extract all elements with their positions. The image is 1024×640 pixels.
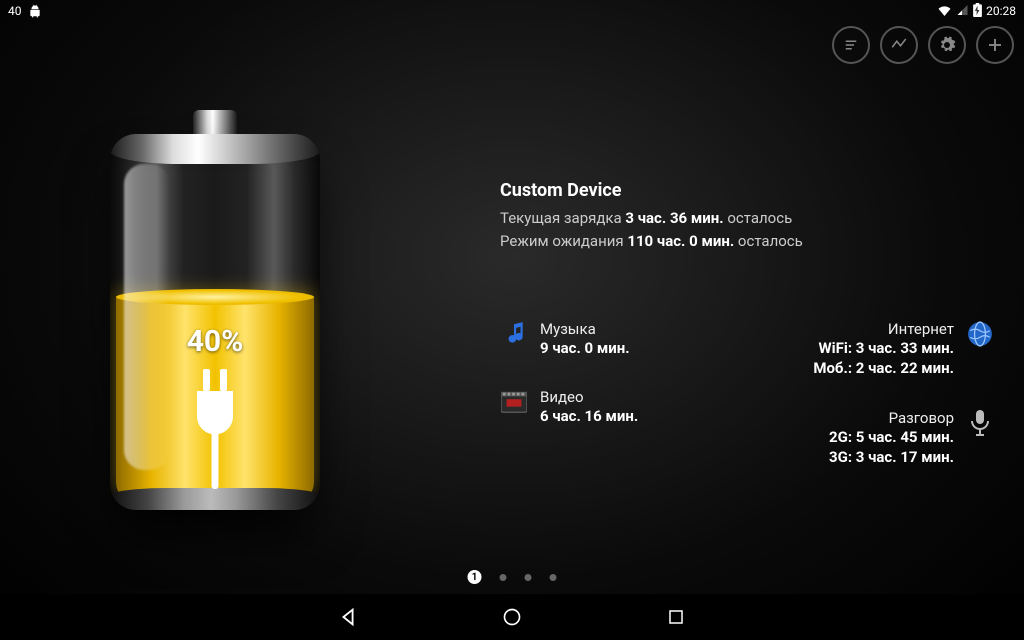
usage-internet: Интернет WiFi: 3 час. 33 мин. Моб.: 2 ча… — [813, 320, 994, 379]
back-button[interactable] — [336, 605, 360, 629]
standby-line: Режим ожидания 110 час. 0 мин. осталось — [500, 230, 994, 253]
device-name: Custom Device — [500, 180, 994, 201]
charge-value: 3 час. 36 мин. — [625, 209, 723, 227]
charge-line: Текущая зарядка 3 час. 36 мин. осталось — [500, 207, 994, 230]
standby-prefix: Режим ожидания — [500, 232, 627, 250]
charge-prefix: Текущая зарядка — [500, 209, 625, 227]
charge-suffix: осталось — [724, 209, 793, 227]
standby-value: 110 час. 0 мин. — [627, 232, 734, 250]
list-button[interactable] — [832, 26, 870, 64]
device-info: Custom Device Текущая зарядка 3 час. 36 … — [500, 180, 994, 252]
battery-cap — [193, 110, 237, 136]
android-icon — [28, 4, 42, 18]
usage-grid: Музыка 9 час. 0 мин. Видео 6 час. 16 мин… — [500, 320, 994, 467]
status-bar-left: 40 — [8, 4, 42, 18]
add-button[interactable] — [976, 26, 1014, 64]
chart-button[interactable] — [880, 26, 918, 64]
usage-internet-title: Интернет — [813, 320, 954, 338]
usage-internet-wifi: WiFi: 3 час. 33 мин. — [813, 338, 954, 358]
usage-talk: Разговор 2G: 5 час. 45 мин. 3G: 3 час. 1… — [829, 409, 994, 468]
home-button[interactable] — [500, 605, 524, 629]
battery-bottom-lip — [110, 488, 320, 510]
usage-video-value: 6 час. 16 мин. — [540, 406, 638, 426]
usage-talk-3g: 3G: 3 час. 17 мин. — [829, 447, 954, 467]
usage-music-value: 9 час. 0 мин. — [540, 338, 630, 358]
battery-graphic: 40% — [110, 110, 320, 510]
globe-icon — [966, 320, 994, 348]
pager-dot-3[interactable] — [525, 574, 532, 581]
battery-gloss — [124, 164, 170, 470]
wifi-icon — [937, 4, 952, 19]
mic-icon — [966, 409, 994, 437]
pager-active-label: 1 — [472, 572, 478, 583]
pager-dot-4[interactable] — [550, 574, 557, 581]
status-left-text: 40 — [8, 4, 22, 18]
plug-icon — [185, 369, 245, 489]
recents-button[interactable] — [664, 605, 688, 629]
music-icon — [500, 320, 528, 348]
settings-button[interactable] — [928, 26, 966, 64]
status-time: 20:28 — [986, 4, 1016, 18]
navigation-bar — [0, 594, 1024, 640]
usage-music-title: Музыка — [540, 320, 630, 338]
usage-col-right: Интернет WiFi: 3 час. 33 мин. Моб.: 2 ча… — [698, 320, 994, 467]
video-icon — [500, 388, 528, 416]
battery-body: 40% — [110, 134, 320, 510]
battery-status-icon — [973, 3, 982, 20]
standby-suffix: осталось — [734, 232, 803, 250]
signal-icon — [956, 4, 969, 19]
usage-talk-2g: 2G: 5 час. 45 мин. — [829, 427, 954, 447]
battery-percent-label: 40% — [187, 324, 244, 359]
pager-dot-2[interactable] — [500, 574, 507, 581]
usage-talk-title: Разговор — [829, 409, 954, 427]
status-bar: 40 20:28 — [0, 0, 1024, 22]
battery-top-lip — [110, 134, 320, 164]
usage-music: Музыка 9 час. 0 мин. — [500, 320, 638, 358]
pager-dot-1[interactable]: 1 — [468, 570, 482, 584]
usage-video-title: Видео — [540, 388, 638, 406]
toolbar — [832, 26, 1014, 64]
page-indicator[interactable]: 1 — [468, 570, 557, 584]
usage-video: Видео 6 час. 16 мин. — [500, 388, 638, 426]
status-bar-right: 20:28 — [937, 3, 1016, 20]
usage-col-left: Музыка 9 час. 0 мин. Видео 6 час. 16 мин… — [500, 320, 638, 467]
usage-internet-mobile: Моб.: 2 час. 22 мин. — [813, 358, 954, 378]
